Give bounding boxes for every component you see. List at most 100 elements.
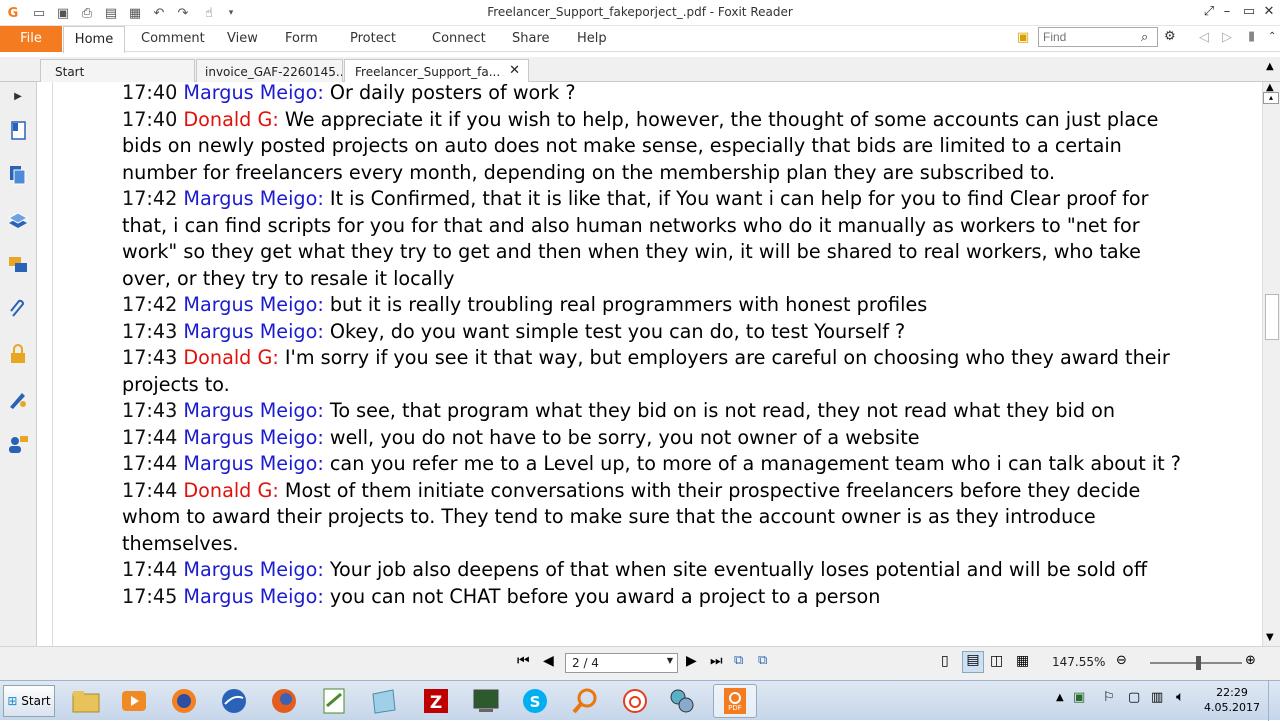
file-explorer-icon[interactable] (64, 684, 108, 718)
filezilla-icon[interactable]: Z (414, 684, 458, 718)
minimize-button[interactable]: – (1216, 2, 1238, 22)
tray-app-icon[interactable]: ▣ (1073, 690, 1085, 705)
continuous-page-icon[interactable]: ▤ (962, 651, 984, 673)
doc-tab-invoice[interactable]: invoice_GAF-2260145... (196, 59, 343, 82)
message-text: Or daily posters of work ? (323, 82, 576, 104)
chat-message: 17:44 Margus Meigo: well, you do not hav… (122, 425, 1187, 452)
prev-result-icon[interactable]: ◁ (1199, 30, 1209, 45)
tray-device-icon[interactable]: ▢ (1128, 690, 1140, 705)
tab-view[interactable]: View (227, 31, 258, 46)
chat-message: 17:43 Margus Meigo: To see, that program… (122, 398, 1187, 425)
settings-gear-icon[interactable]: ⚙ (1164, 29, 1176, 44)
search-app-icon[interactable] (563, 684, 607, 718)
prev-view-icon[interactable]: ⧉ (734, 653, 743, 668)
firefox-alt-icon[interactable] (262, 684, 306, 718)
file-menu-button[interactable]: File (0, 26, 62, 52)
scroll-down-icon[interactable]: ▼ (1266, 632, 1274, 643)
page-dropdown-icon[interactable]: ▼ (667, 656, 673, 665)
facing-page-icon[interactable]: ◫ (990, 653, 1003, 669)
find-options-icon[interactable]: ▣ (1017, 30, 1029, 45)
vertical-scrollbar[interactable]: ▲ ▴ ▼ (1262, 82, 1280, 646)
chat-message: 17:44 Margus Meigo: can you refer me to … (122, 451, 1187, 478)
prev-page-icon[interactable]: ◀ (543, 653, 554, 669)
zoom-slider-thumb[interactable] (1196, 656, 1201, 670)
show-desktop-button[interactable] (1268, 681, 1280, 721)
tab-home[interactable]: Home (63, 26, 125, 53)
properties-icon[interactable]: ▤ (102, 4, 120, 22)
page-number: 2 / 4 (572, 656, 599, 670)
scrollbar-thumb[interactable] (1265, 294, 1279, 340)
tab-comment[interactable]: Comment (141, 31, 205, 46)
network-icon[interactable]: ▥ (1151, 690, 1163, 705)
save-icon[interactable]: ▣ (54, 4, 72, 22)
open-icon[interactable]: ▭ (30, 4, 48, 22)
svg-text:S: S (530, 693, 541, 711)
first-page-icon[interactable]: ⏮ (517, 653, 530, 669)
foxit-reader-taskbar-icon[interactable]: PDF (713, 684, 757, 718)
user-comments-icon[interactable] (6, 432, 30, 456)
undo-icon[interactable]: ↶ (150, 4, 168, 22)
zoom-level[interactable]: 147.55% (1052, 655, 1105, 669)
clock[interactable]: 22:29 4.05.2017 (1198, 685, 1266, 715)
attachments-icon[interactable] (6, 297, 30, 321)
message-time: 17:44 (122, 478, 178, 502)
tray-expand-icon[interactable]: ▲ (1056, 692, 1064, 703)
firefox-icon[interactable] (162, 684, 206, 718)
notes-app-icon[interactable] (312, 684, 356, 718)
windows-logo-icon: ⊞ (7, 694, 18, 708)
continuous-facing-icon[interactable]: ▦ (1016, 653, 1029, 669)
network-app-icon[interactable] (660, 684, 704, 718)
bookmarks-icon[interactable] (6, 118, 30, 142)
account-icon[interactable]: ▮ (1248, 29, 1255, 44)
volume-icon[interactable]: 🔈︎ (1176, 689, 1184, 705)
next-view-icon[interactable]: ⧉ (758, 653, 767, 668)
next-result-icon[interactable]: ▷ (1222, 30, 1232, 45)
thunderbird-icon[interactable] (212, 684, 256, 718)
expand-panel-icon[interactable]: ▶ (6, 84, 30, 108)
avast-icon[interactable] (613, 684, 657, 718)
security-lock-icon[interactable] (6, 342, 30, 366)
single-page-icon[interactable]: ▯ (941, 653, 949, 669)
search-icon[interactable]: ⌕ (1141, 30, 1148, 45)
zoom-out-icon[interactable]: ⊖ (1116, 653, 1127, 668)
find-input[interactable] (1038, 27, 1158, 47)
close-button[interactable]: ✕ (1258, 2, 1280, 22)
tab-help[interactable]: Help (577, 31, 607, 46)
remote-desktop-icon[interactable] (464, 684, 508, 718)
close-tab-icon[interactable]: ✕ (509, 63, 520, 78)
maximize-button[interactable]: ▭ (1238, 2, 1260, 22)
action-center-icon[interactable]: ⚐ (1103, 690, 1115, 705)
media-player-icon[interactable] (112, 684, 156, 718)
print-icon[interactable]: ⎙ (78, 4, 96, 22)
last-page-icon[interactable]: ⏭ (710, 653, 723, 669)
signature-icon[interactable] (6, 387, 30, 411)
chat-transcript: 17:40 Margus Meigo: Or daily posters of … (122, 82, 1187, 610)
svg-text:Z: Z (430, 693, 442, 713)
page-number-field[interactable]: 2 / 4 ▼ (565, 653, 678, 673)
hand-tool-icon[interactable]: ☝ (200, 4, 218, 22)
notebook-icon[interactable] (362, 684, 406, 718)
comments-icon[interactable] (6, 253, 30, 277)
start-button[interactable]: ⊞ Start (3, 685, 55, 717)
ribbon-tabs: File Home Comment View Form Protect Conn… (0, 26, 1280, 53)
screenshot-icon[interactable]: ▦ (126, 4, 144, 22)
doc-tab-label: Freelancer_Support_fa... (355, 65, 501, 79)
zoom-in-icon[interactable]: ⊕ (1245, 653, 1256, 668)
layers-icon[interactable] (6, 208, 30, 232)
doc-tab-start[interactable]: Start (40, 59, 195, 82)
tab-connect[interactable]: Connect (432, 31, 486, 46)
redo-icon[interactable]: ↷ (174, 4, 192, 22)
tab-share[interactable]: Share (512, 31, 550, 46)
scroll-top-icon[interactable]: ▴ (1263, 92, 1279, 104)
customize-dropdown-icon[interactable]: ▾ (222, 4, 240, 22)
next-page-icon[interactable]: ▶ (686, 653, 697, 669)
tab-form[interactable]: Form (285, 31, 318, 46)
pages-icon[interactable] (6, 163, 30, 187)
chat-message: 17:43 Margus Meigo: Okey, do you want si… (122, 319, 1187, 346)
skype-icon[interactable]: S (513, 684, 557, 718)
message-time: 17:43 (122, 346, 178, 369)
ribbon-collapse-icon[interactable]: ⌃ (1268, 31, 1276, 42)
doc-tab-freelancer-support[interactable]: Freelancer_Support_fa... ✕ (344, 59, 529, 82)
tab-list-icon[interactable]: ▲ (1266, 61, 1274, 72)
tab-protect[interactable]: Protect (350, 31, 396, 46)
